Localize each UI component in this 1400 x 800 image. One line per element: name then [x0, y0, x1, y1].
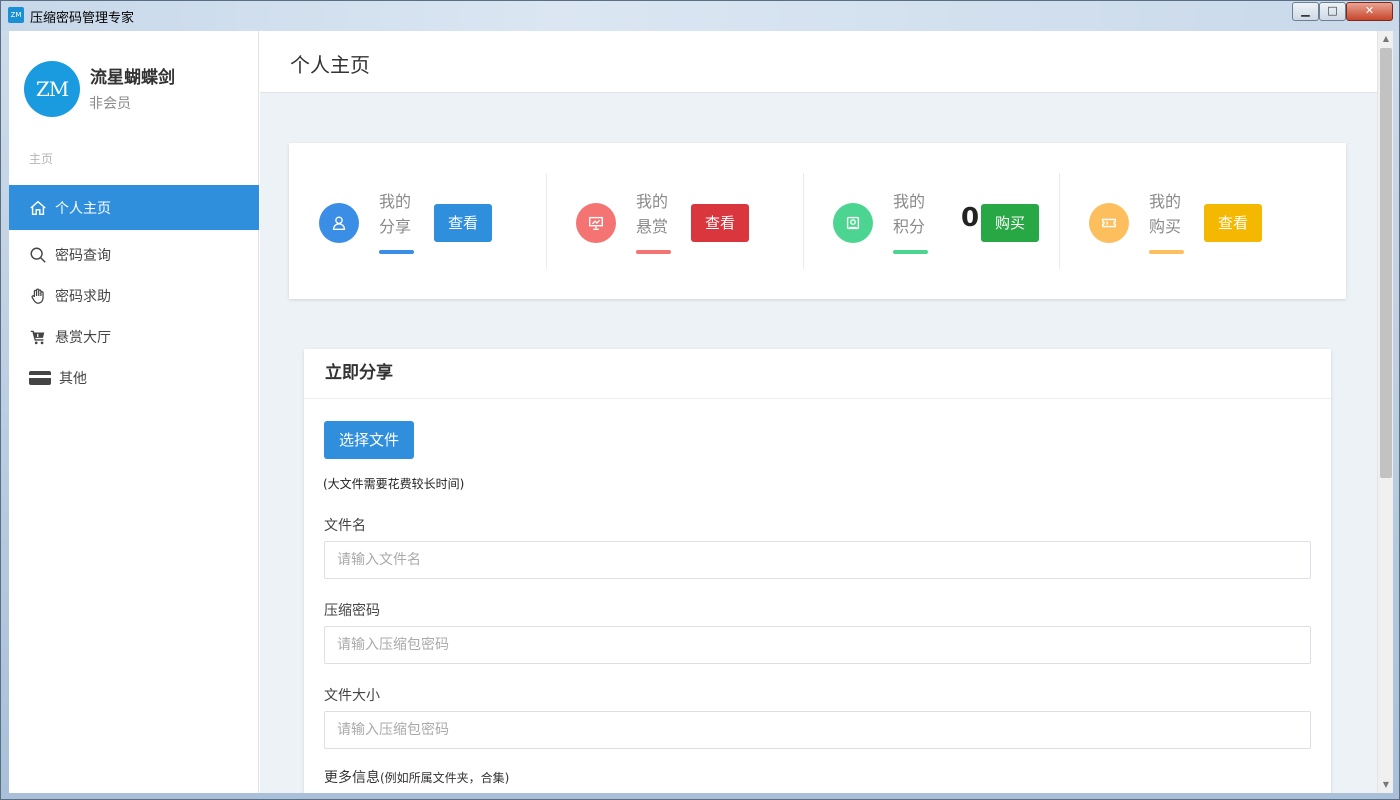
- app-logo-icon: ZM: [8, 7, 24, 23]
- client-area: ZM 流星蝴蝶剑 非会员 主页 个人主页 密码查询 密码求助 悬赏大厅 其他 个…: [9, 31, 1393, 793]
- vertical-scrollbar[interactable]: ▲ ▼: [1377, 31, 1393, 793]
- app-window: ZM 压缩密码管理专家 ▁ □ ✕ ZM 流星蝴蝶剑 非会员 主页 个人主页 密…: [0, 0, 1400, 800]
- maximize-button[interactable]: □: [1319, 2, 1346, 21]
- file-name-label: 文件名: [324, 518, 366, 534]
- stats-panel: 我的 分享 查看 我的 悬赏 查看 我的 积分 0 购买 我的 购买 查看: [289, 143, 1346, 299]
- points-value: 0: [961, 203, 980, 233]
- file-size-hint: (大文件需要花费较长时间): [323, 477, 465, 491]
- search-icon: [27, 246, 49, 264]
- view-bounties-button[interactable]: 查看: [691, 204, 749, 242]
- more-info-label: 更多信息(例如所属文件夹，合集): [324, 770, 510, 786]
- window-title: 压缩密码管理专家: [30, 11, 135, 26]
- scroll-down-icon[interactable]: ▼: [1378, 777, 1393, 793]
- stat-label: 我的 购买: [1149, 192, 1182, 236]
- file-size-label: 文件大小: [324, 688, 380, 704]
- main-content: 个人主页 我的 分享 查看 我的 悬赏 查看 我的 积分 0 购买 我的 购买 …: [260, 31, 1377, 793]
- sidebar: ZM 流星蝴蝶剑 非会员 主页 个人主页 密码查询 密码求助 悬赏大厅 其他: [9, 31, 259, 793]
- cart-icon: [27, 328, 49, 346]
- sidebar-item-label: 密码求助: [55, 288, 111, 305]
- username: 流星蝴蝶剑: [90, 68, 175, 88]
- stat-my-shares: 我的 分享 查看: [289, 173, 545, 269]
- stat-underline: [893, 250, 928, 254]
- sidebar-item-label: 密码查询: [55, 247, 111, 264]
- stat-my-bounties: 我的 悬赏 查看: [546, 173, 802, 269]
- stat-my-purchases: 我的 购买 查看: [1059, 173, 1315, 269]
- sidebar-item-other[interactable]: 其他: [9, 357, 259, 398]
- sidebar-item-password-search[interactable]: 密码查询: [9, 234, 259, 275]
- share-card-title: 立即分享: [304, 349, 1331, 399]
- stat-my-points: 我的 积分 0 购买: [803, 173, 1059, 269]
- stat-underline: [636, 250, 671, 254]
- scroll-up-icon[interactable]: ▲: [1378, 31, 1393, 47]
- file-name-input[interactable]: 请输入文件名: [324, 541, 1311, 579]
- archive-password-label: 压缩密码: [324, 603, 380, 619]
- view-shares-button[interactable]: 查看: [434, 204, 492, 242]
- card-icon: [27, 369, 53, 387]
- section-label: 主页: [29, 152, 54, 166]
- close-button[interactable]: ✕: [1346, 2, 1393, 21]
- ticket-icon: [1089, 203, 1129, 243]
- minimize-button[interactable]: ▁: [1292, 2, 1319, 21]
- choose-file-button[interactable]: 选择文件: [324, 421, 414, 459]
- user-icon: [319, 203, 359, 243]
- hand-icon: [27, 287, 49, 305]
- avatar[interactable]: ZM: [24, 61, 80, 117]
- share-card: 立即分享 选择文件 (大文件需要花费较长时间) 文件名 请输入文件名 压缩密码 …: [304, 349, 1331, 793]
- scrollbar-thumb[interactable]: [1380, 48, 1392, 478]
- home-icon: [27, 199, 49, 217]
- membership-status: 非会员: [89, 96, 131, 112]
- buy-points-button[interactable]: 购买: [981, 204, 1039, 242]
- stat-label: 我的 分享: [379, 192, 412, 236]
- sidebar-nav: 个人主页 密码查询 密码求助 悬赏大厅 其他: [9, 185, 259, 398]
- stat-label: 我的 悬赏: [636, 192, 669, 236]
- sidebar-item-password-help[interactable]: 密码求助: [9, 275, 259, 316]
- page-title: 个人主页: [290, 53, 370, 77]
- sidebar-item-label: 个人主页: [55, 200, 111, 217]
- stat-underline: [379, 250, 414, 254]
- sidebar-item-label: 悬赏大厅: [55, 329, 111, 346]
- stat-label: 我的 积分: [893, 192, 926, 236]
- file-size-input[interactable]: 请输入压缩包密码: [324, 711, 1311, 749]
- stat-underline: [1149, 250, 1184, 254]
- page-header: 个人主页: [260, 31, 1377, 93]
- badge-icon: [833, 203, 873, 243]
- title-bar[interactable]: ZM 压缩密码管理专家 ▁ □ ✕: [1, 1, 1399, 31]
- archive-password-input[interactable]: 请输入压缩包密码: [324, 626, 1311, 664]
- sidebar-item-bounty-hall[interactable]: 悬赏大厅: [9, 316, 259, 357]
- presentation-icon: [576, 203, 616, 243]
- sidebar-item-home[interactable]: 个人主页: [9, 185, 259, 230]
- sidebar-item-label: 其他: [59, 370, 87, 387]
- view-purchases-button[interactable]: 查看: [1204, 204, 1262, 242]
